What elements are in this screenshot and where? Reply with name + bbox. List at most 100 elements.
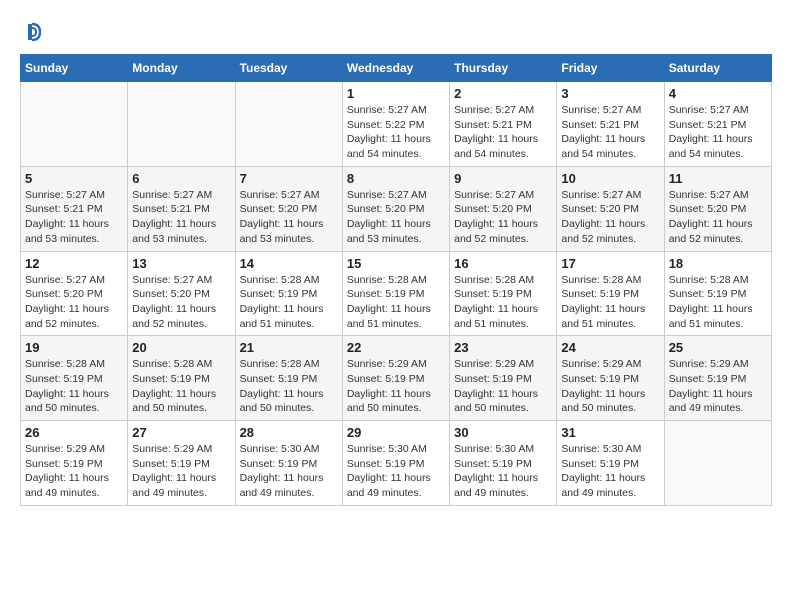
- day-number: 17: [561, 256, 659, 271]
- day-info: Sunrise: 5:29 AMSunset: 5:19 PMDaylight:…: [454, 357, 552, 416]
- day-number: 11: [669, 171, 767, 186]
- calendar-cell: 3 Sunrise: 5:27 AMSunset: 5:21 PMDaylight…: [557, 82, 664, 167]
- day-number: 21: [240, 340, 338, 355]
- day-number: 13: [132, 256, 230, 271]
- day-number: 10: [561, 171, 659, 186]
- day-info: Sunrise: 5:28 AMSunset: 5:19 PMDaylight:…: [240, 273, 338, 332]
- calendar-cell: 16 Sunrise: 5:28 AMSunset: 5:19 PMDayligh…: [450, 251, 557, 336]
- day-number: 28: [240, 425, 338, 440]
- day-info: Sunrise: 5:27 AMSunset: 5:20 PMDaylight:…: [561, 188, 659, 247]
- day-number: 29: [347, 425, 445, 440]
- day-info: Sunrise: 5:28 AMSunset: 5:19 PMDaylight:…: [669, 273, 767, 332]
- day-info: Sunrise: 5:28 AMSunset: 5:19 PMDaylight:…: [454, 273, 552, 332]
- day-number: 2: [454, 86, 552, 101]
- day-info: Sunrise: 5:27 AMSunset: 5:20 PMDaylight:…: [347, 188, 445, 247]
- day-info: Sunrise: 5:27 AMSunset: 5:21 PMDaylight:…: [25, 188, 123, 247]
- calendar-cell: 23 Sunrise: 5:29 AMSunset: 5:19 PMDayligh…: [450, 336, 557, 421]
- day-number: 27: [132, 425, 230, 440]
- day-number: 18: [669, 256, 767, 271]
- day-number: 14: [240, 256, 338, 271]
- day-info: Sunrise: 5:29 AMSunset: 5:19 PMDaylight:…: [347, 357, 445, 416]
- weekday-header: Thursday: [450, 55, 557, 82]
- day-info: Sunrise: 5:27 AMSunset: 5:20 PMDaylight:…: [132, 273, 230, 332]
- calendar-week-row: 12 Sunrise: 5:27 AMSunset: 5:20 PMDayligh…: [21, 251, 772, 336]
- calendar-cell: 4Sunrise: 5:27 AMSunset: 5:21 PMDaylight…: [664, 82, 771, 167]
- day-info: Sunrise: 5:27 AMSunset: 5:20 PMDaylight:…: [669, 188, 767, 247]
- calendar-cell: 18 Sunrise: 5:28 AMSunset: 5:19 PMDayligh…: [664, 251, 771, 336]
- calendar-cell: 29 Sunrise: 5:30 AMSunset: 5:19 PMDayligh…: [342, 421, 449, 506]
- day-info: Sunrise: 5:27 AMSunset: 5:22 PMDaylight:…: [347, 103, 445, 162]
- day-number: 4: [669, 86, 767, 101]
- day-number: 15: [347, 256, 445, 271]
- calendar-cell: 25 Sunrise: 5:29 AMSunset: 5:19 PMDayligh…: [664, 336, 771, 421]
- day-info: Sunrise: 5:29 AMSunset: 5:19 PMDaylight:…: [561, 357, 659, 416]
- calendar-cell: 21 Sunrise: 5:28 AMSunset: 5:19 PMDayligh…: [235, 336, 342, 421]
- day-number: 31: [561, 425, 659, 440]
- header: [20, 20, 772, 44]
- calendar-cell: 7 Sunrise: 5:27 AMSunset: 5:20 PMDaylight…: [235, 166, 342, 251]
- day-info: Sunrise: 5:27 AMSunset: 5:21 PMDaylight:…: [132, 188, 230, 247]
- day-number: 16: [454, 256, 552, 271]
- day-number: 3: [561, 86, 659, 101]
- calendar-cell: [235, 82, 342, 167]
- day-info: Sunrise: 5:28 AMSunset: 5:19 PMDaylight:…: [561, 273, 659, 332]
- day-info: Sunrise: 5:27 AMSunset: 5:21 PMDaylight:…: [454, 103, 552, 162]
- calendar-table: SundayMondayTuesdayWednesdayThursdayFrid…: [20, 54, 772, 506]
- day-info: Sunrise: 5:28 AMSunset: 5:19 PMDaylight:…: [25, 357, 123, 416]
- calendar-header-row: SundayMondayTuesdayWednesdayThursdayFrid…: [21, 55, 772, 82]
- day-number: 20: [132, 340, 230, 355]
- day-number: 30: [454, 425, 552, 440]
- day-info: Sunrise: 5:29 AMSunset: 5:19 PMDaylight:…: [132, 442, 230, 501]
- day-info: Sunrise: 5:30 AMSunset: 5:19 PMDaylight:…: [347, 442, 445, 501]
- calendar-cell: 22 Sunrise: 5:29 AMSunset: 5:19 PMDayligh…: [342, 336, 449, 421]
- calendar-cell: 27 Sunrise: 5:29 AMSunset: 5:19 PMDayligh…: [128, 421, 235, 506]
- calendar-cell: 8 Sunrise: 5:27 AMSunset: 5:20 PMDaylight…: [342, 166, 449, 251]
- calendar-cell: [128, 82, 235, 167]
- weekday-header: Monday: [128, 55, 235, 82]
- day-number: 22: [347, 340, 445, 355]
- day-info: Sunrise: 5:27 AMSunset: 5:21 PMDaylight:…: [561, 103, 659, 162]
- calendar-cell: 19Sunrise: 5:28 AMSunset: 5:19 PMDayligh…: [21, 336, 128, 421]
- day-number: 9: [454, 171, 552, 186]
- day-info: Sunrise: 5:27 AMSunset: 5:20 PMDaylight:…: [240, 188, 338, 247]
- weekday-header: Friday: [557, 55, 664, 82]
- day-number: 26: [25, 425, 123, 440]
- day-number: 7: [240, 171, 338, 186]
- calendar-cell: 28 Sunrise: 5:30 AMSunset: 5:19 PMDayligh…: [235, 421, 342, 506]
- day-info: Sunrise: 5:28 AMSunset: 5:19 PMDaylight:…: [240, 357, 338, 416]
- day-info: Sunrise: 5:28 AMSunset: 5:19 PMDaylight:…: [347, 273, 445, 332]
- calendar-cell: 2 Sunrise: 5:27 AMSunset: 5:21 PMDaylight…: [450, 82, 557, 167]
- calendar-cell: 13 Sunrise: 5:27 AMSunset: 5:20 PMDayligh…: [128, 251, 235, 336]
- day-info: Sunrise: 5:30 AMSunset: 5:19 PMDaylight:…: [454, 442, 552, 501]
- calendar-week-row: 26 Sunrise: 5:29 AMSunset: 5:19 PMDayligh…: [21, 421, 772, 506]
- day-info: Sunrise: 5:28 AMSunset: 5:19 PMDaylight:…: [132, 357, 230, 416]
- day-info: Sunrise: 5:30 AMSunset: 5:19 PMDaylight:…: [561, 442, 659, 501]
- calendar-cell: 20 Sunrise: 5:28 AMSunset: 5:19 PMDayligh…: [128, 336, 235, 421]
- day-number: 23: [454, 340, 552, 355]
- calendar-cell: 26 Sunrise: 5:29 AMSunset: 5:19 PMDayligh…: [21, 421, 128, 506]
- day-number: 25: [669, 340, 767, 355]
- calendar-cell: 10 Sunrise: 5:27 AMSunset: 5:20 PMDayligh…: [557, 166, 664, 251]
- day-info: Sunrise: 5:29 AMSunset: 5:19 PMDaylight:…: [669, 357, 767, 416]
- calendar-cell: 5 Sunrise: 5:27 AMSunset: 5:21 PMDaylight…: [21, 166, 128, 251]
- calendar-cell: 11 Sunrise: 5:27 AMSunset: 5:20 PMDayligh…: [664, 166, 771, 251]
- day-number: 24: [561, 340, 659, 355]
- calendar-cell: [21, 82, 128, 167]
- calendar-cell: 1 Sunrise: 5:27 AMSunset: 5:22 PMDaylight…: [342, 82, 449, 167]
- weekday-header: Tuesday: [235, 55, 342, 82]
- day-number: 6: [132, 171, 230, 186]
- calendar-cell: 15 Sunrise: 5:28 AMSunset: 5:19 PMDayligh…: [342, 251, 449, 336]
- day-info: Sunrise: 5:29 AMSunset: 5:19 PMDaylight:…: [25, 442, 123, 501]
- day-number: 1: [347, 86, 445, 101]
- calendar-week-row: 5 Sunrise: 5:27 AMSunset: 5:21 PMDaylight…: [21, 166, 772, 251]
- logo-icon: [20, 20, 44, 44]
- day-info: Sunrise: 5:27 AMSunset: 5:20 PMDaylight:…: [454, 188, 552, 247]
- day-number: 8: [347, 171, 445, 186]
- calendar-cell: 17 Sunrise: 5:28 AMSunset: 5:19 PMDayligh…: [557, 251, 664, 336]
- calendar-cell: 9 Sunrise: 5:27 AMSunset: 5:20 PMDaylight…: [450, 166, 557, 251]
- day-number: 5: [25, 171, 123, 186]
- weekday-header: Sunday: [21, 55, 128, 82]
- day-number: 12: [25, 256, 123, 271]
- calendar-cell: [664, 421, 771, 506]
- day-info: Sunrise: 5:30 AMSunset: 5:19 PMDaylight:…: [240, 442, 338, 501]
